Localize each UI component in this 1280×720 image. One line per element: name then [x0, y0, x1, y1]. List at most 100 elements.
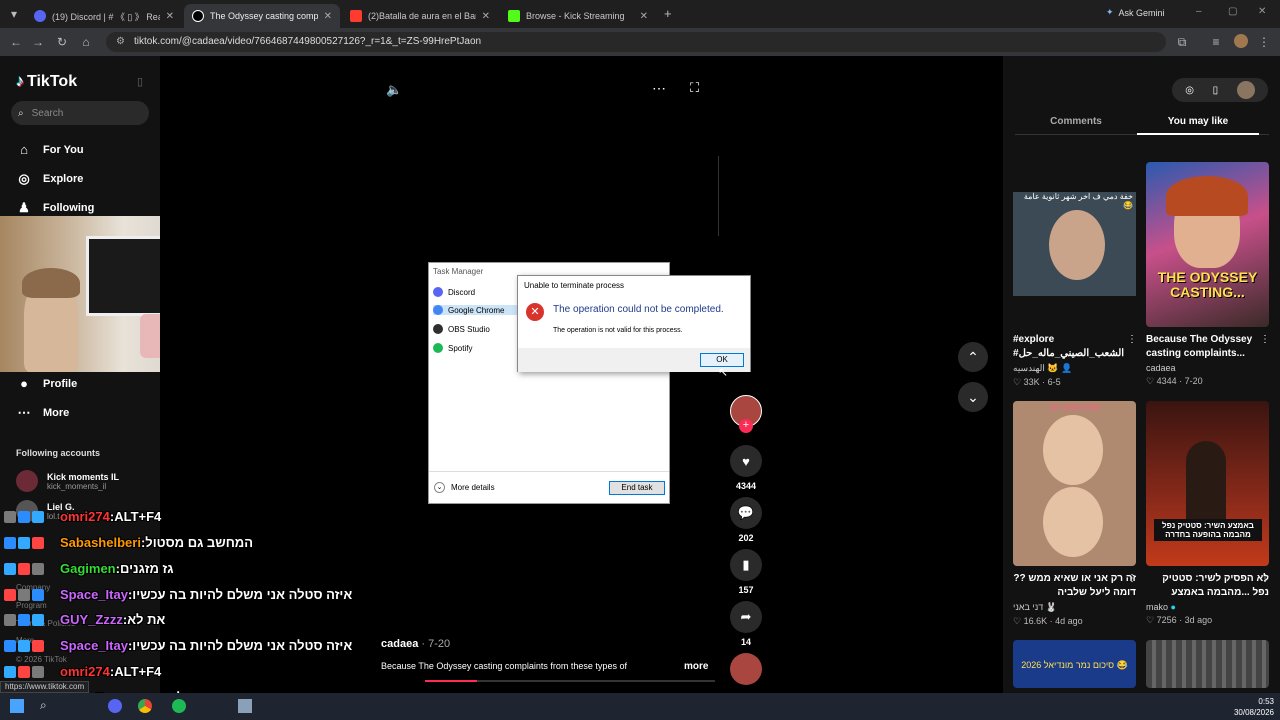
comment-button[interactable]: 💬 [730, 497, 762, 529]
tab-discord[interactable]: (19) Discord | # 《 ▯ 》 React-t ✕ [26, 4, 182, 28]
mouse-cursor-icon: ↖ [718, 365, 729, 379]
process-row[interactable]: Discord [433, 287, 475, 297]
footer-link-program[interactable]: Program [16, 601, 47, 610]
nav-for-you[interactable]: ⌂ For You [16, 142, 83, 158]
tab-youtube[interactable]: (2)Batalla de aura en el Barrio C ✕ [342, 4, 498, 28]
video-card[interactable]: שלום שלום יעל זה רק אני או שאיא ממש ??דו… [1013, 401, 1136, 627]
previous-video-button[interactable]: ⌃ [958, 342, 988, 372]
close-icon[interactable]: ✕ [166, 11, 174, 22]
close-icon[interactable]: ✕ [324, 11, 332, 22]
tab-you-may-like[interactable]: You may like [1137, 116, 1259, 127]
start-icon[interactable] [10, 699, 24, 713]
home-icon[interactable]: ⌂ [78, 34, 94, 50]
card-menu-icon[interactable]: ⋮ [1260, 334, 1270, 345]
spotify-icon[interactable] [172, 699, 186, 713]
nav-following[interactable]: ♟ Following [16, 200, 94, 216]
nav-explore[interactable]: ◎ Explore [16, 171, 83, 187]
progress-bar[interactable] [425, 680, 715, 682]
window-close-button[interactable]: ✕ [1258, 6, 1266, 17]
caption-more-button[interactable]: more [684, 661, 708, 672]
tiktok-logo[interactable]: ♪ TikTok [16, 73, 77, 91]
video-thumbnail[interactable]: סיכום נמר מונדיאל 2026 😂 [1013, 640, 1136, 688]
share-count: 14 [740, 637, 751, 647]
site-info-icon[interactable]: ⚙ [116, 32, 125, 52]
search-icon[interactable]: ⌕ [40, 698, 47, 713]
video-thumbnail[interactable] [1146, 640, 1269, 688]
fullscreen-icon[interactable]: ⛶ [690, 80, 699, 96]
video-card[interactable]: THE ODYSSEY CASTING... Because The Odyss… [1146, 162, 1269, 387]
tab-search-icon[interactable]: ▾ [6, 6, 22, 22]
taskbar-clock[interactable]: 0:53 30/08/2026 [1214, 696, 1274, 718]
collapse-sidebar-icon[interactable]: ▯ [137, 75, 143, 88]
device-icon[interactable]: ▯ [1213, 85, 1219, 96]
profile-avatar[interactable] [1234, 34, 1248, 48]
error-dialog: Unable to terminate process ✕ The operat… [517, 275, 751, 372]
reading-list-icon[interactable]: ≡ [1208, 34, 1224, 50]
ask-gemini-button[interactable]: ✦ Ask Gemini [1106, 7, 1165, 18]
minimize-button[interactable]: – [1196, 6, 1202, 17]
video-card[interactable]: באמצע השיר: סטטיק נפל מהבמה בהופעה בחדרה… [1146, 401, 1269, 626]
card-title: לא הפסיק לשיר: סטטיק נפל ...מהבמה באמצע … [1162, 573, 1269, 598]
new-tab-button[interactable]: + [664, 6, 672, 21]
nav-profile[interactable]: ● Profile [16, 376, 77, 392]
window-shape [86, 236, 164, 316]
save-button[interactable]: ▮ [730, 549, 762, 581]
maximize-button[interactable]: ▢ [1228, 6, 1237, 17]
card-menu-icon[interactable]: ⋮ [1127, 573, 1137, 584]
close-icon[interactable]: ✕ [640, 11, 648, 22]
discord-icon[interactable] [108, 699, 122, 713]
nav-more[interactable]: ⋯ More [16, 405, 70, 421]
following-account[interactable]: Kick moments IL kick_moments_il [16, 470, 119, 492]
chat-message: Space_Itay : איזה סטלה אני משלם להיות בה… [4, 587, 352, 602]
more-options-icon[interactable]: ⋯ [652, 80, 666, 97]
end-task-button[interactable]: End task [609, 481, 665, 495]
forward-icon[interactable]: → [30, 34, 46, 50]
user-avatar[interactable] [1236, 81, 1255, 99]
search-input[interactable]: ⌕ Search [11, 101, 149, 125]
tab-kick[interactable]: Browse - Kick Streaming ✕ [500, 4, 656, 28]
volume-icon[interactable]: 🔈 [386, 82, 402, 98]
card-menu-icon[interactable]: ⋮ [1260, 573, 1270, 584]
tab-label: The Odyssey casting complaints [210, 11, 318, 21]
card-menu-icon[interactable]: ⋮ [1127, 334, 1137, 345]
task-manager-icon[interactable] [238, 699, 252, 713]
video-thumbnail[interactable]: خفة دمي ف اخر شهر ثانوية عامة 😂 [1013, 162, 1136, 327]
follow-plus-icon[interactable]: + [739, 419, 753, 433]
share-button[interactable]: ➦ [730, 601, 762, 633]
reload-icon[interactable]: ↻ [54, 34, 70, 50]
nav-label: Profile [43, 378, 78, 390]
like-button[interactable]: ♥ [730, 445, 762, 477]
video-thumbnail[interactable]: THE ODYSSEY CASTING... [1146, 162, 1269, 327]
more-details-toggle[interactable]: ⌄ More details [434, 482, 495, 493]
video-thumbnail[interactable]: שלום שלום יעל [1013, 401, 1136, 566]
extensions-icon[interactable]: ⧉ [1174, 34, 1190, 50]
card-author: mako [1146, 602, 1169, 612]
verified-icon: ● [1170, 602, 1176, 612]
browser-menu-icon[interactable]: ⋮ [1256, 34, 1272, 50]
tab-tiktok[interactable]: The Odyssey casting complaints ✕ [184, 4, 340, 28]
thumb-face [1049, 210, 1105, 280]
compass-icon[interactable]: ◎ [1185, 85, 1194, 96]
next-video-button[interactable]: ⌄ [958, 382, 988, 412]
back-icon[interactable]: ← [8, 34, 24, 50]
chrome-icon[interactable] [138, 699, 152, 713]
chat-badges [4, 639, 56, 652]
video-author-line[interactable]: cadaea · 7-20 [381, 638, 450, 650]
close-icon[interactable]: ✕ [482, 11, 490, 22]
address-bar[interactable]: ⚙ tiktok.com/@cadaea/video/7664687449800… [106, 32, 1166, 52]
tab-comments[interactable]: Comments [1015, 116, 1137, 127]
badge-icon [4, 510, 16, 523]
thumb-face [1043, 415, 1103, 485]
video-thumbnail[interactable]: באמצע השיר: סטטיק נפל מהבמה בהופעה בחדרה [1146, 401, 1269, 566]
right-panel: ◎ ▯ Comments You may like خفة دمي ف اخر … [1003, 56, 1280, 693]
card-meta: ♡ 4344 · 7-20 [1146, 376, 1203, 386]
chat-text: גז מזגנים [119, 561, 174, 576]
process-row-selected[interactable]: Google Chrome [433, 305, 517, 315]
process-row[interactable]: OBS Studio [433, 324, 490, 334]
music-disc[interactable] [730, 653, 762, 685]
video-card[interactable]: خفة دمي ف اخر شهر ثانوية عامة 😂 #explore… [1013, 162, 1136, 388]
heart-outline-icon: ♡ [1013, 616, 1024, 626]
card-author-line: mako ● [1146, 602, 1269, 612]
process-row[interactable]: Spotify [433, 343, 472, 353]
card-likes: 33K [1023, 377, 1040, 387]
